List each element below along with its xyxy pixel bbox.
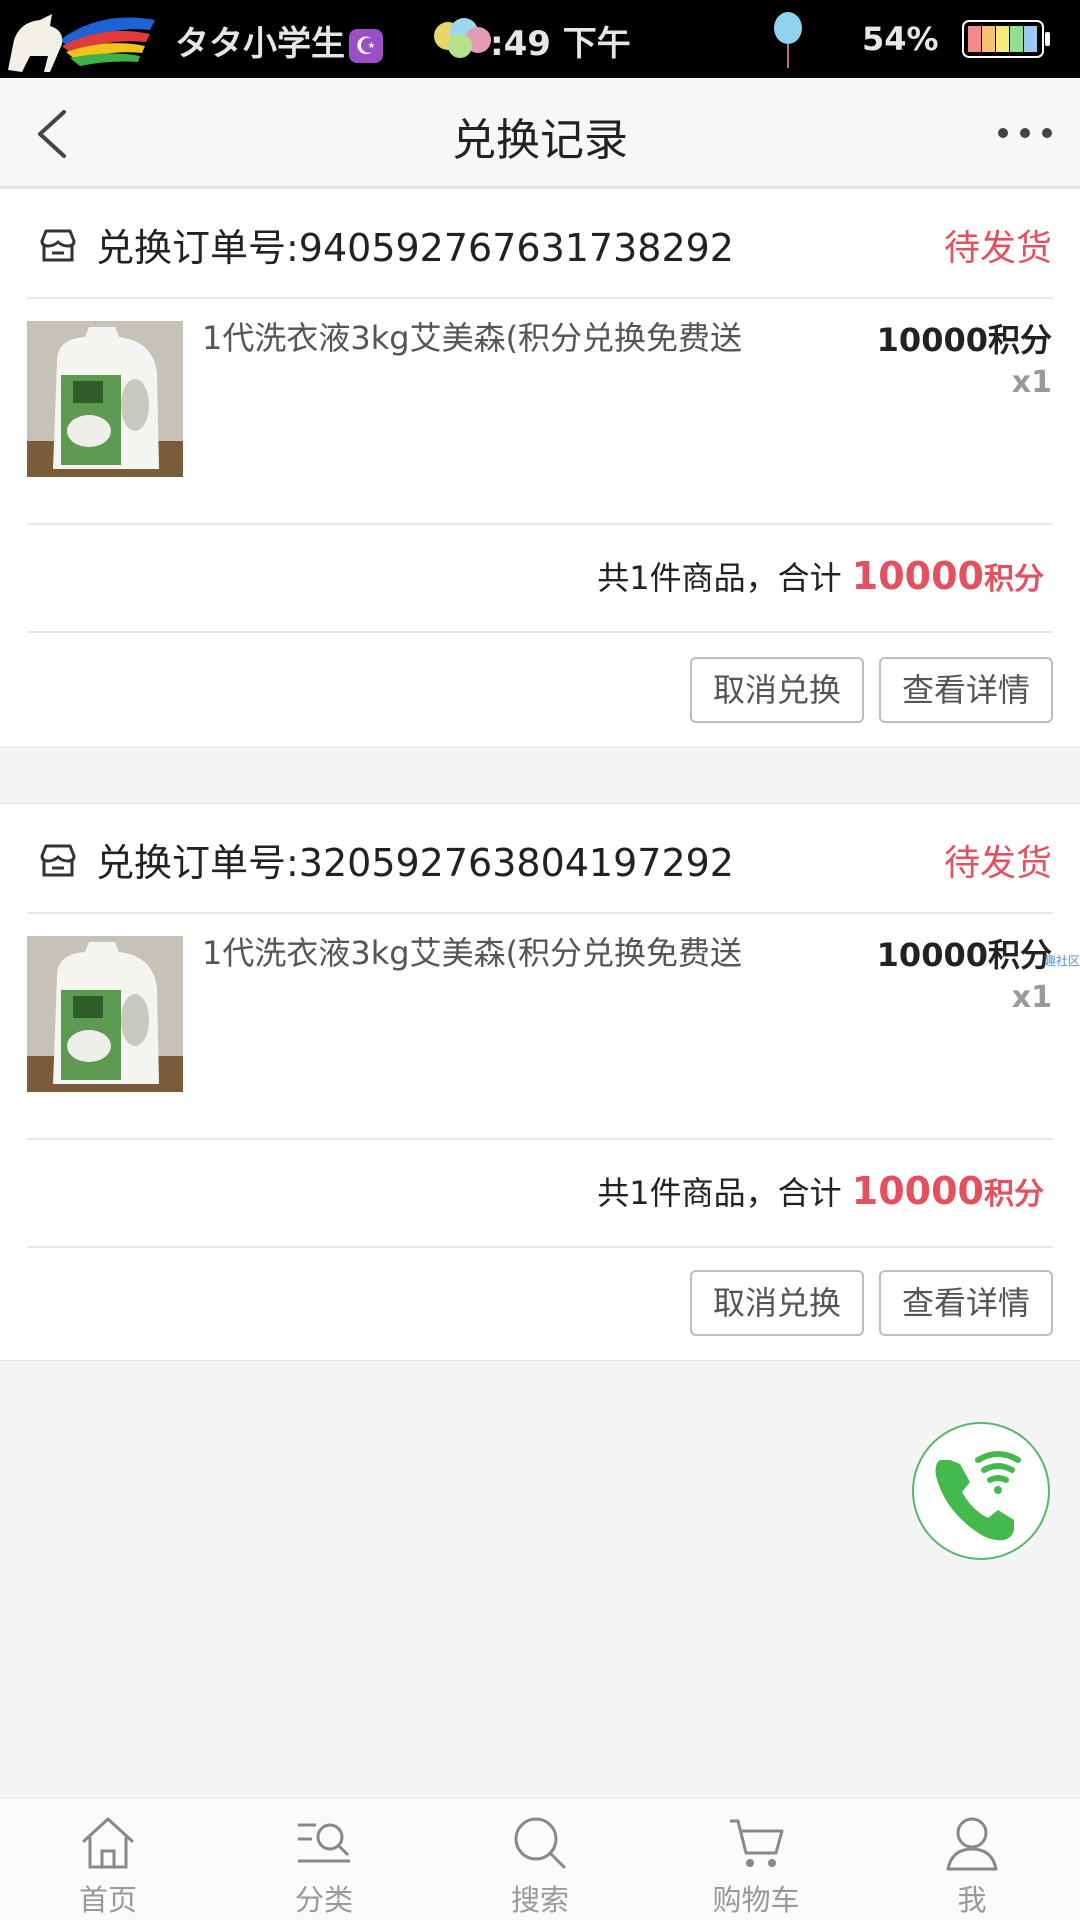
- view-details-button[interactable]: 查看详情: [879, 1270, 1053, 1336]
- order-total: 共1件商品，合计 10000积分: [597, 553, 1044, 599]
- order-number: 兑换订单号:940592767631738292: [96, 226, 734, 270]
- tab-category[interactable]: 分类: [216, 1799, 432, 1920]
- tab-me[interactable]: 我: [864, 1799, 1080, 1920]
- home-icon: [82, 1817, 134, 1869]
- category-icon: [298, 1823, 350, 1863]
- product-quantity: x1: [1011, 365, 1052, 400]
- detergent-bottle-icon: [27, 321, 183, 477]
- total-points: 10000: [851, 554, 984, 598]
- phone-wifi-icon: [935, 1451, 1021, 1541]
- user-icon: [946, 1817, 998, 1871]
- view-details-button[interactable]: 查看详情: [879, 657, 1053, 723]
- order-card: 兑换订单号:320592763804197292 待发货 1代洗衣液3kg艾美森…: [0, 803, 1080, 1361]
- balloon-icon: [774, 12, 802, 68]
- divider: [27, 1246, 1053, 1248]
- divider: [27, 631, 1053, 633]
- nav-header: 兑换记录: [0, 78, 1080, 188]
- order-status: 待发货: [943, 228, 1052, 269]
- shop-icon: [40, 844, 76, 877]
- watermark-text: 趣社区: [1043, 954, 1080, 968]
- bottom-tab-bar: 首页 分类 搜索 购物车 我: [0, 1797, 1080, 1920]
- tab-label: 我: [957, 1883, 987, 1917]
- cancel-exchange-button[interactable]: 取消兑换: [690, 657, 864, 723]
- product-image[interactable]: [27, 321, 183, 477]
- product-image[interactable]: [27, 936, 183, 1092]
- total-unit: 积分: [984, 1177, 1044, 1212]
- tab-label: 搜索: [510, 1883, 569, 1917]
- search-icon: [514, 1817, 566, 1869]
- product-quantity: x1: [1011, 980, 1052, 1015]
- order-status: 待发货: [943, 843, 1052, 884]
- order-header: 兑换订单号:940592767631738292 待发货: [0, 189, 1080, 299]
- username-text: タタ小学生: [175, 24, 345, 64]
- tab-search[interactable]: 搜索: [432, 1799, 648, 1920]
- order-number: 兑换订单号:320592763804197292: [96, 841, 734, 885]
- page-title: 兑换记录: [452, 115, 628, 166]
- cancel-exchange-button[interactable]: 取消兑换: [690, 1270, 864, 1336]
- cart-icon: [730, 1819, 784, 1867]
- status-time: :49 下午: [490, 24, 631, 64]
- total-prefix: 共1件商品，合计: [597, 1174, 852, 1212]
- order-header: 兑换订单号:320592763804197292 待发货: [0, 804, 1080, 914]
- shop-icon: [40, 229, 76, 262]
- divider: [27, 1138, 1053, 1140]
- app-root: タタ小学生 ☪ :49 下午 54% 兑换记录 兑换订单号:9405927676…: [0, 0, 1080, 1920]
- product-name[interactable]: 1代洗衣液3kg艾美森(积分兑换免费送: [202, 313, 742, 359]
- total-unit: 积分: [984, 562, 1044, 597]
- battery-percent: 54%: [862, 20, 939, 58]
- battery-icon: [962, 20, 1050, 58]
- order-card: 兑换订单号:940592767631738292 待发货 1代洗衣液3kg艾美森…: [0, 188, 1080, 748]
- product-price: 10000积分: [876, 321, 1052, 359]
- call-button[interactable]: [912, 1422, 1050, 1560]
- tab-label: 分类: [294, 1883, 353, 1917]
- divider: [27, 912, 1053, 914]
- total-prefix: 共1件商品，合计: [597, 559, 852, 597]
- more-dots-icon[interactable]: [995, 118, 1055, 148]
- detergent-bottle-icon: [27, 936, 183, 1092]
- order-total: 共1件商品，合计 10000积分: [597, 1168, 1044, 1214]
- moon-icon: ☪: [349, 28, 383, 63]
- horse-logo-icon: [8, 14, 155, 72]
- tab-cart[interactable]: 购物车: [648, 1799, 864, 1920]
- tab-label: 购物车: [712, 1883, 800, 1917]
- tab-label: 首页: [78, 1883, 137, 1917]
- tab-home[interactable]: 首页: [0, 1799, 216, 1920]
- product-name[interactable]: 1代洗衣液3kg艾美森(积分兑换免费送: [202, 928, 742, 974]
- total-points: 10000: [851, 1169, 984, 1213]
- divider: [27, 297, 1053, 299]
- divider: [27, 523, 1053, 525]
- status-username: タタ小学生 ☪: [175, 16, 383, 65]
- status-bar: タタ小学生 ☪ :49 下午 54%: [0, 0, 1080, 78]
- product-price: 10000积分: [876, 936, 1052, 974]
